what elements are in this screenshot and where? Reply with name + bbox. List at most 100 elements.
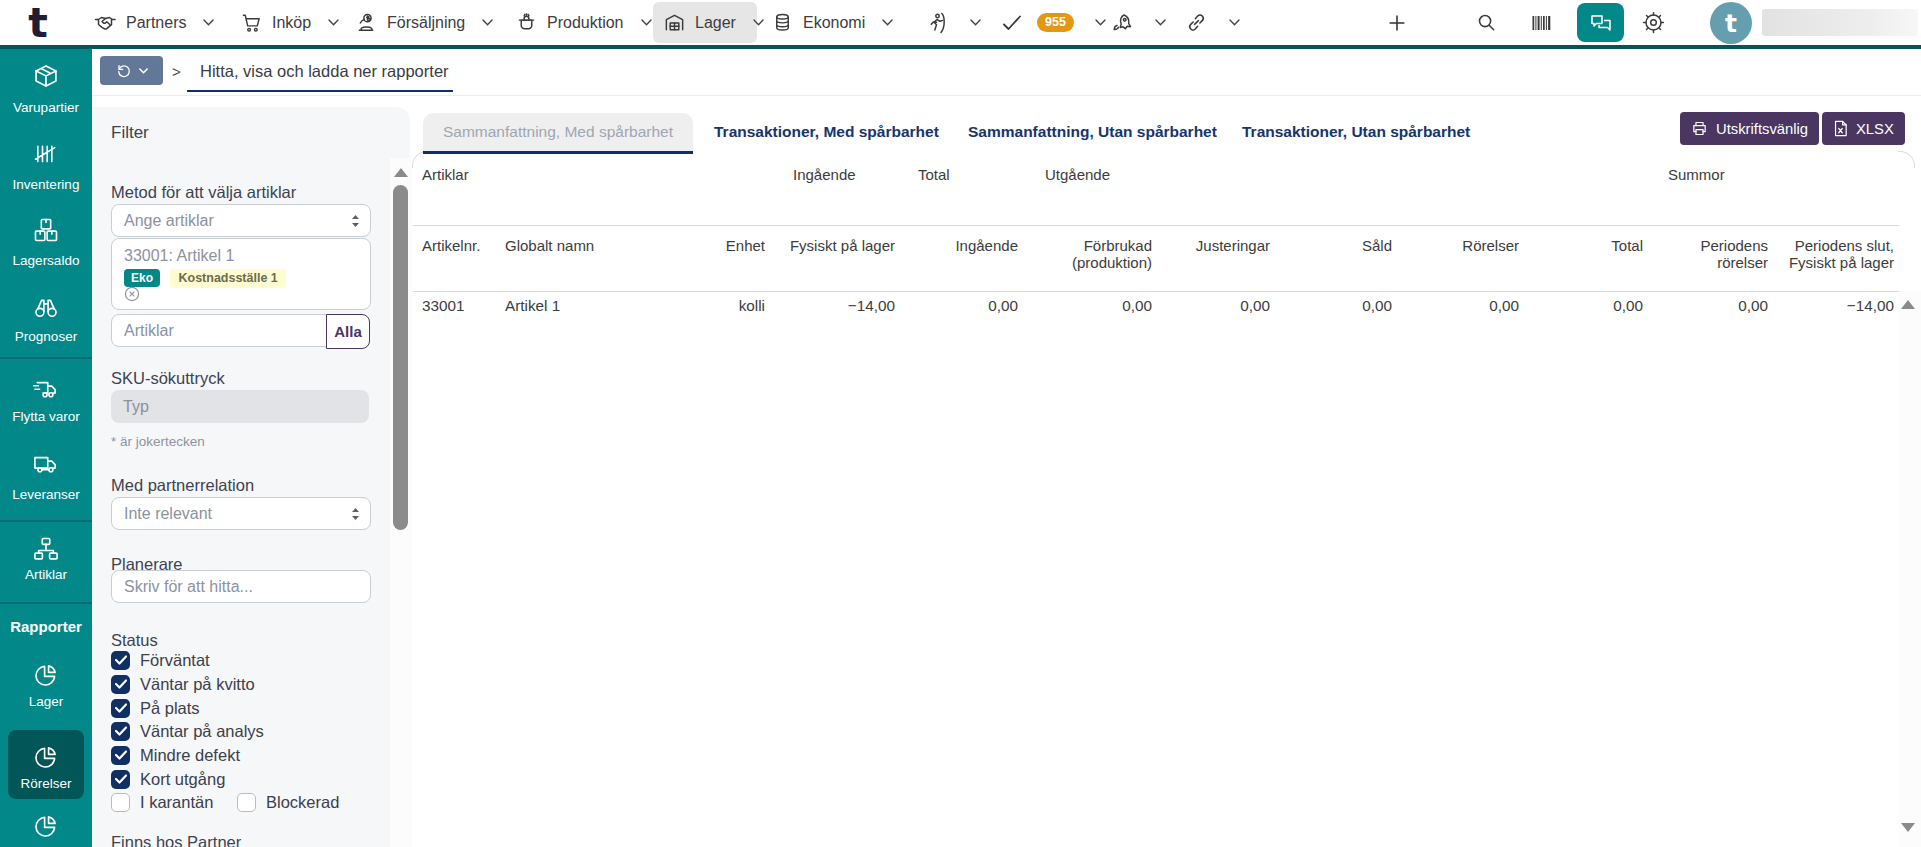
active-tab-underline [423, 151, 693, 154]
print-button[interactable]: Utskriftsvänlig [1680, 112, 1819, 145]
alla-button[interactable]: Alla [326, 314, 370, 349]
sidebar-item-varupartier[interactable]: Varupartier [0, 100, 92, 115]
chat-button[interactable] [1577, 3, 1624, 42]
status-option-vantar-kvitto[interactable]: Väntar på kvitto [111, 673, 255, 695]
partner-select[interactable]: Inte relevant [111, 497, 371, 530]
nav-ekonomi[interactable]: Ekonomi [771, 0, 893, 45]
partner-select-value: Inte relevant [124, 505, 212, 523]
checkbox-i-karantan[interactable] [111, 793, 130, 812]
checkbox-vantar-analys[interactable] [111, 722, 130, 741]
tab-sammanfattning-utan[interactable]: Sammanfattning, Utan spårbarhet [968, 113, 1217, 151]
truck-icon[interactable] [0, 450, 92, 478]
col-periodens-slut[interactable]: Periodens slut, Fysiskt på lager [1774, 237, 1894, 271]
checkbox-forvantat[interactable] [111, 651, 130, 670]
pie-chart-icon[interactable] [0, 812, 92, 840]
package-icon[interactable] [0, 62, 92, 90]
status-option-kort-utgang[interactable]: Kort utgång [111, 768, 225, 790]
selected-article-name: 33001: Artikel 1 [124, 247, 358, 265]
chevron-down-icon [882, 19, 893, 26]
col-sald[interactable]: Såld [1272, 237, 1392, 254]
sku-input[interactable]: Typ [111, 390, 369, 423]
sidebar-item-lagersaldo[interactable]: Lagersaldo [0, 253, 92, 268]
sidebar-item-inventering[interactable]: Inventering [0, 177, 92, 192]
remove-article-icon[interactable] [124, 286, 358, 302]
col-justeringar[interactable]: Justeringar [1150, 237, 1270, 254]
pot-icon [515, 11, 538, 34]
col-total[interactable]: Total [1523, 237, 1643, 254]
cell-artikelnr[interactable]: 33001 [422, 297, 465, 315]
sidebar-item-leveranser[interactable]: Leveranser [0, 487, 92, 502]
settings-button[interactable] [1641, 0, 1666, 45]
col-periodens-rorelser[interactable]: Periodens rörelser [1648, 237, 1768, 271]
chevron-down-icon [328, 19, 339, 26]
checkbox-mindre-defekt[interactable] [111, 746, 130, 765]
add-button[interactable] [1386, 0, 1408, 45]
article-search-input[interactable]: Artiklar [111, 314, 327, 347]
table-scrollbar-up-arrow[interactable] [1901, 300, 1915, 309]
sitemap-icon[interactable] [0, 535, 92, 563]
nav-rocket[interactable] [1110, 0, 1166, 45]
truck-fast-icon[interactable] [0, 375, 92, 403]
status-option-pa-plats[interactable]: På plats [111, 697, 200, 719]
breadcrumb-title[interactable]: Hitta, visa och ladda ner rapporter [200, 57, 449, 86]
app-logo[interactable]: t [20, 1, 56, 45]
sidebar-item-artiklar[interactable]: Artiklar [0, 567, 92, 582]
nav-partners[interactable]: Partners [93, 0, 214, 45]
nav-runner[interactable] [925, 0, 981, 45]
status-option-mindre-defekt[interactable]: Mindre defekt [111, 744, 240, 766]
sidebar-section-rapporter: Rapporter [0, 618, 92, 635]
col-forbrukad[interactable]: Förbrukad (produktion) [1032, 237, 1152, 271]
status-option-forvantat[interactable]: Förväntat [111, 649, 210, 671]
pie-chart-icon[interactable] [0, 743, 92, 771]
search-button[interactable] [1475, 0, 1498, 45]
method-label: Metod för att välja artiklar [111, 183, 296, 202]
nav-lager[interactable]: Lager [663, 0, 764, 45]
sidebar-item-prognoser[interactable]: Prognoser [0, 329, 92, 344]
nav-links[interactable] [1185, 0, 1240, 45]
col-artikelnr[interactable]: Artikelnr. [422, 237, 480, 254]
boxes-icon[interactable] [0, 216, 92, 244]
planner-input[interactable]: Skriv för att hitta... [111, 570, 371, 603]
checkbox-kort-utgang[interactable] [111, 770, 130, 789]
barcode-button[interactable] [1530, 0, 1554, 45]
tab-transaktioner-utan[interactable]: Transaktioner, Utan spårbarhet [1242, 113, 1470, 151]
col-enhet[interactable]: Enhet [645, 237, 765, 254]
checkbox-pa-plats[interactable] [111, 699, 130, 718]
status-option-vantar-analys[interactable]: Väntar på analys [111, 720, 264, 742]
nav-tasks[interactable]: 955 [1000, 0, 1106, 45]
tab-transaktioner-med[interactable]: Transaktioner, Med spårbarhet [714, 113, 939, 151]
history-button[interactable] [100, 56, 163, 85]
status-option-i-karantan[interactable]: I karantän [111, 791, 213, 813]
sidebar-item-rorelser-rapport[interactable]: Rörelser [0, 776, 92, 791]
nav-forsaljning[interactable]: Försäljning [355, 0, 493, 45]
nav-partners-label: Partners [126, 14, 186, 32]
filter-scrollbar-thumb[interactable] [393, 185, 408, 530]
col-rorelser[interactable]: Rörelser [1399, 237, 1519, 254]
sidebar-item-flytta-varor[interactable]: Flytta varor [0, 409, 92, 424]
filter-scrollbar-up-arrow[interactable] [394, 168, 408, 177]
nav-produktion[interactable]: Produktion [515, 0, 652, 45]
selected-article-box: 33001: Artikel 1 Eko Kostnadsställe 1 [111, 238, 371, 310]
cell-ingaende: 0,00 [898, 297, 1018, 315]
table-scrollbar-down-arrow[interactable] [1901, 823, 1915, 832]
tab-sammanfattning-med[interactable]: Sammanfattning, Med spårbarhet [423, 113, 693, 151]
status-label: Status [111, 631, 158, 650]
chat-bubbles-icon [1588, 11, 1614, 35]
binoculars-icon[interactable] [0, 294, 92, 322]
xlsx-button[interactable]: XLSX [1822, 112, 1905, 145]
tally-icon[interactable] [0, 140, 92, 168]
nav-inkop[interactable]: Inköp [240, 0, 339, 45]
method-select[interactable]: Ange artiklar [111, 204, 371, 237]
checkbox-blockerad[interactable] [237, 793, 256, 812]
pie-chart-icon[interactable] [0, 661, 92, 689]
print-button-label: Utskriftsvänlig [1716, 121, 1808, 137]
col-globalt-namn[interactable]: Globalt namn [505, 237, 594, 254]
checkbox-vantar-kvitto[interactable] [111, 675, 130, 694]
col-ingaende[interactable]: Ingående [898, 237, 1018, 254]
cell-total: 0,00 [1523, 297, 1643, 315]
sidebar-item-lager-rapport[interactable]: Lager [0, 694, 92, 709]
col-fysiskt-pa-lager[interactable]: Fysiskt på lager [775, 237, 895, 254]
status-option-blockerad[interactable]: Blockerad [237, 791, 339, 813]
table-scrollbar-track[interactable] [1899, 291, 1921, 847]
avatar[interactable]: t [1710, 2, 1752, 44]
